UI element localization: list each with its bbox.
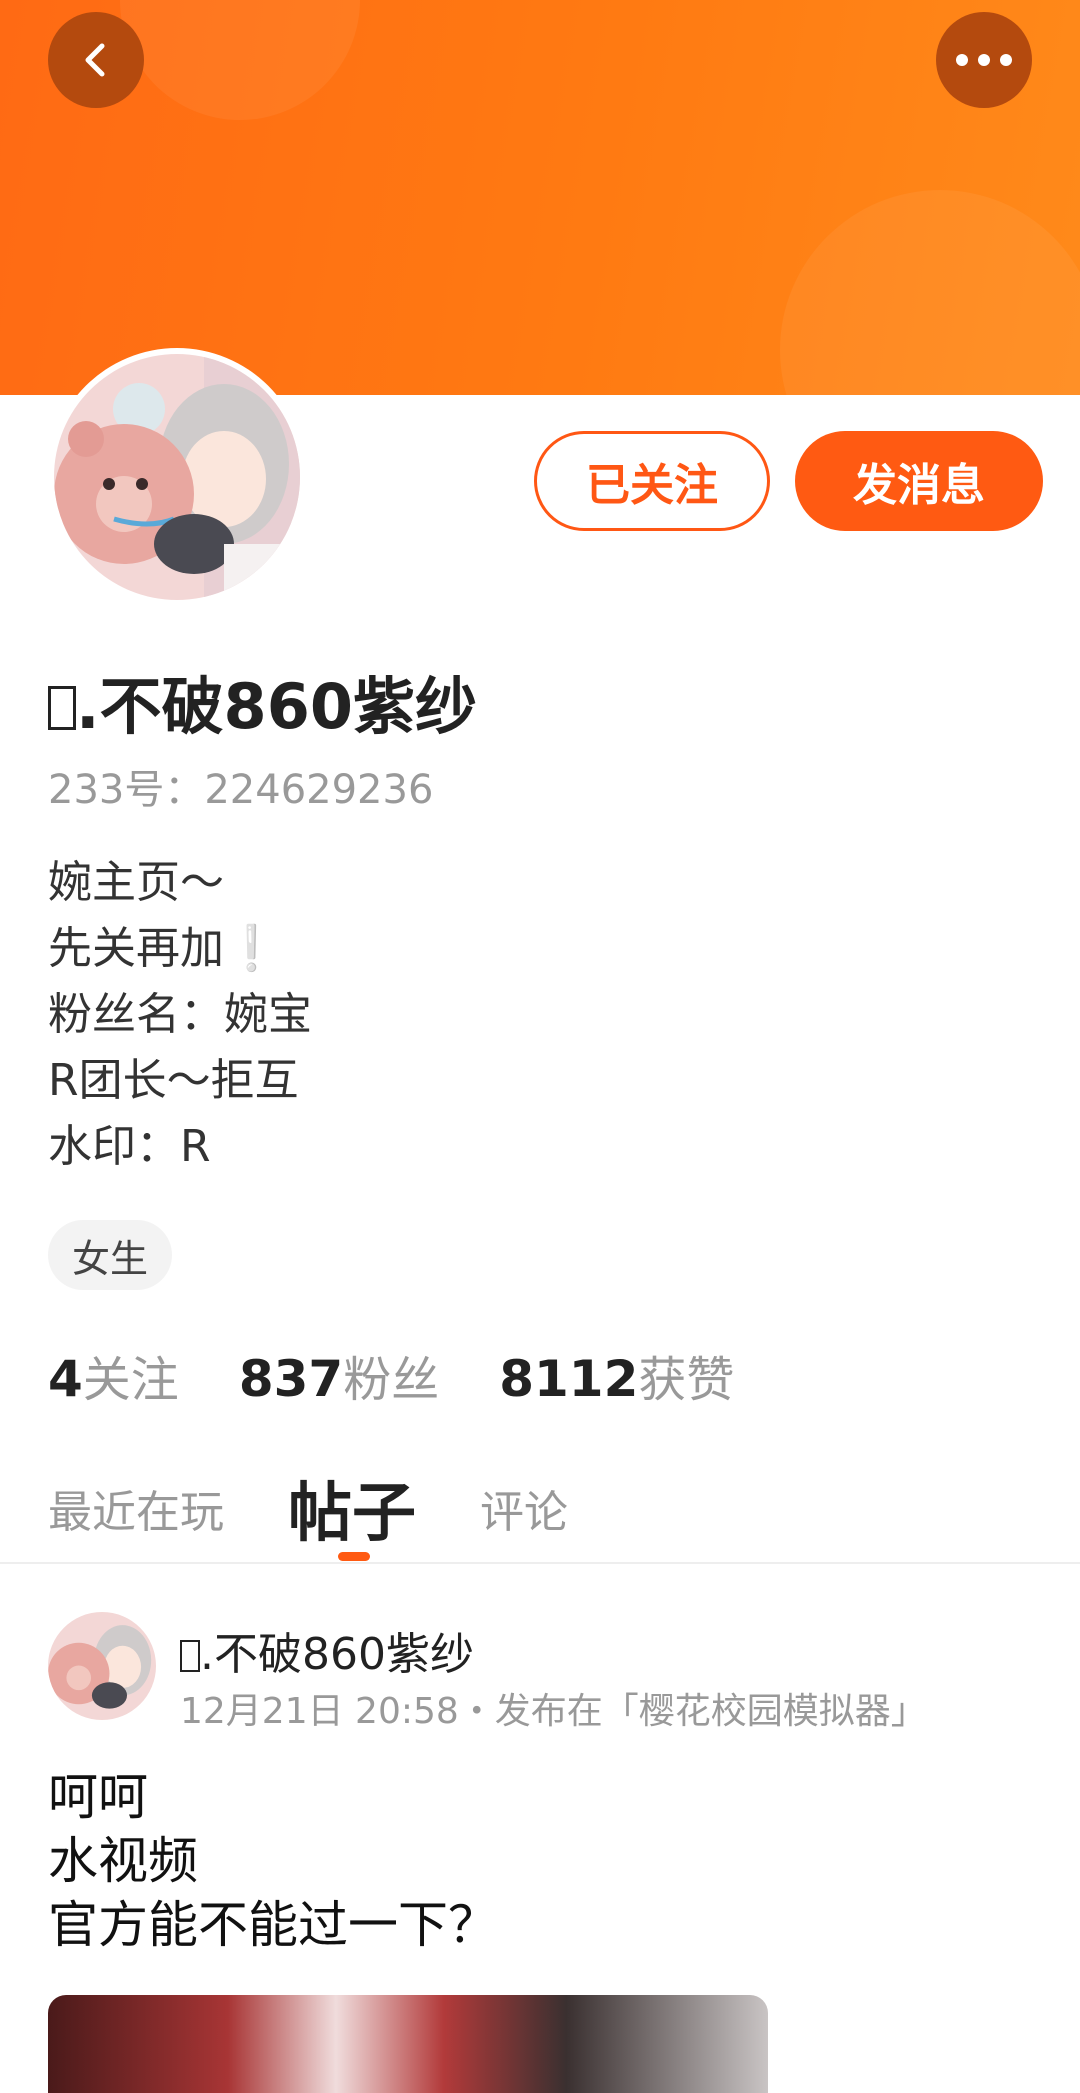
stat-likes-label: 获赞 (638, 1352, 735, 1408)
tab-posts[interactable]: 帖子 (288, 1462, 416, 1554)
username-text: .不破860紫纱 (76, 670, 477, 743)
post-video-thumbnail[interactable] (48, 1995, 768, 2093)
stat-likes[interactable]: 8112获赞 (499, 1340, 734, 1410)
post-author-name[interactable]: .不破860紫纱 (180, 1618, 474, 1682)
active-tab-indicator (338, 1552, 370, 1561)
stat-fans-value: 837 (238, 1350, 344, 1408)
post-author-text: .不破860紫纱 (200, 1629, 474, 1680)
back-button[interactable] (48, 12, 144, 108)
stats-row: 4关注 837粉丝 8112获赞 (48, 1340, 734, 1410)
tabs-divider (0, 1562, 1080, 1564)
bio: 婉主页～ 先关再加❕ 粉丝名：婉宝 R团长～拒互 水印：R (48, 850, 948, 1180)
post-line: 官方能不能过一下？ (48, 1896, 498, 1954)
unknown-glyph-icon (48, 686, 76, 730)
post-line: 呵呵 (48, 1768, 148, 1826)
post-line: 水视频 (48, 1832, 198, 1890)
username: .不破860紫纱 (48, 656, 477, 746)
stat-fans-label: 粉丝 (343, 1352, 440, 1408)
stat-fans[interactable]: 837粉丝 (239, 1340, 439, 1410)
user-id: 233号：224629236 (48, 767, 434, 813)
stat-following[interactable]: 4关注 (48, 1340, 179, 1410)
post-author-avatar[interactable] (48, 1612, 156, 1720)
bio-line: 婉主页～ (48, 857, 224, 908)
stat-following-label: 关注 (82, 1352, 179, 1408)
exclamation-icon: ❕ (224, 923, 279, 974)
profile-avatar[interactable] (48, 348, 306, 606)
tab-comments[interactable]: 评论 (480, 1476, 568, 1540)
followed-button[interactable]: 已关注 (534, 431, 770, 531)
bio-line: 粉丝名：婉宝 (48, 989, 312, 1040)
profile-banner (0, 0, 1080, 395)
profile-tabs: 最近在玩 帖子 评论 (48, 1458, 568, 1558)
stat-following-value: 4 (48, 1350, 83, 1408)
unknown-glyph-icon (180, 1640, 200, 1672)
chevron-left-icon (85, 43, 105, 77)
gender-tag: 女生 (48, 1220, 173, 1290)
send-message-button[interactable]: 发消息 (795, 431, 1043, 531)
post-content[interactable]: 呵呵 水视频 官方能不能过一下？ (48, 1765, 1028, 1957)
avatar-image (54, 354, 300, 600)
tab-recently-played[interactable]: 最近在玩 (48, 1476, 224, 1540)
bio-line-text: 先关再加 (48, 923, 224, 974)
stat-likes-value: 8112 (499, 1350, 639, 1408)
bio-line: 先关再加❕ (48, 916, 948, 982)
more-horizontal-icon (956, 54, 1012, 66)
bio-line: R团长～拒互 (48, 1055, 299, 1106)
more-button[interactable] (936, 12, 1032, 108)
bio-line: 水印：R (48, 1121, 211, 1172)
post-meta: 12月21日 20:58・发布在「樱花校园模拟器」 (180, 1691, 927, 1732)
